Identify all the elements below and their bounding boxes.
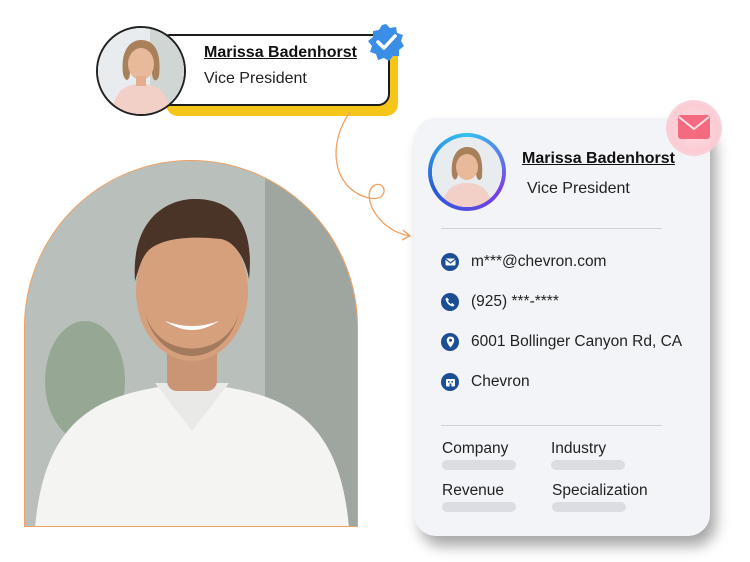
specialization-value-placeholder [552,502,626,512]
envelope-icon[interactable] [666,100,722,156]
industry-label: Industry [551,440,607,457]
verified-badge-icon [368,24,404,61]
profile-photo [24,160,358,527]
revenue-label: Revenue [442,482,505,499]
email-icon [441,253,459,271]
company-label: Company [442,440,509,457]
location-pin-icon [441,333,459,351]
company-text: Chevron [471,373,530,390]
phone-icon [441,293,459,311]
address-text: 6001 Bollinger Canyon Rd, CA [471,333,683,350]
card-avatar [428,133,506,211]
company-row[interactable]: Chevron [441,371,530,393]
address-row[interactable]: 6001 Bollinger Canyon Rd, CA [441,331,682,353]
profile-tag[interactable]: Marissa Badenhorst Vice President [96,22,406,122]
card-name[interactable]: Marissa Badenhorst [522,150,675,168]
industry-value-placeholder [551,460,625,470]
company-value-placeholder [442,460,516,470]
revenue-value-placeholder [442,502,516,512]
email-text: m***@chevron.com [471,253,607,270]
connector-arrow [335,111,412,241]
divider [441,228,662,229]
tag-box: Marissa Badenhorst Vice President [158,34,390,106]
tag-title: Vice President [204,70,307,87]
phone-row[interactable]: (925) ***-**** [441,291,559,313]
email-row[interactable]: m***@chevron.com [441,251,606,273]
company-icon [441,373,459,391]
avatar [96,26,186,116]
card-title: Vice President [527,180,630,197]
divider [441,425,662,426]
tag-name[interactable]: Marissa Badenhorst [204,44,357,62]
phone-text: (925) ***-**** [471,293,559,310]
specialization-label: Specialization [552,482,648,499]
